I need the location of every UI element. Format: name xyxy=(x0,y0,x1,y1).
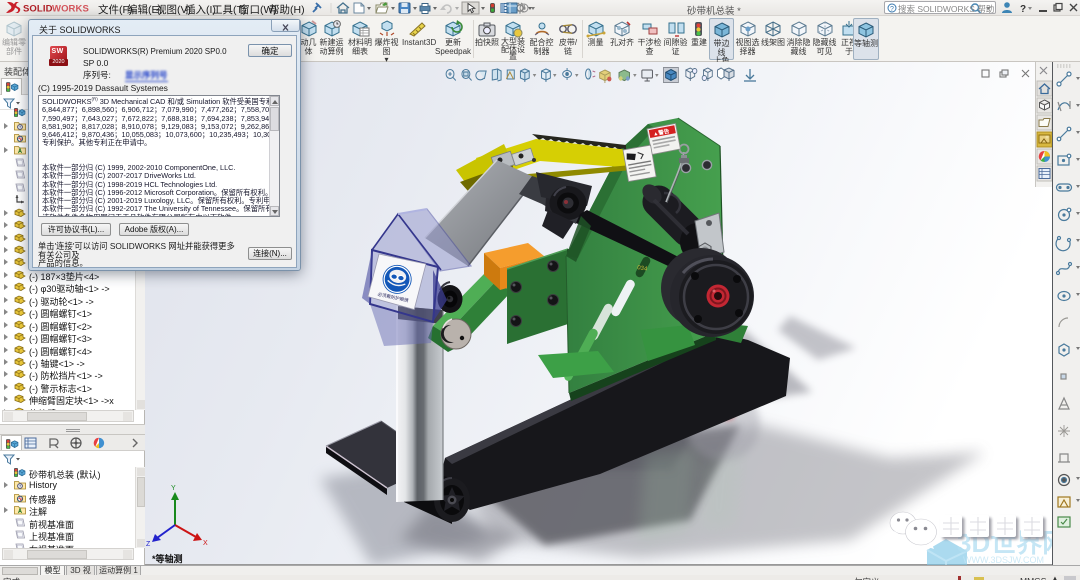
svg-text:Y: Y xyxy=(171,485,176,492)
svg-text:?: ? xyxy=(1020,4,1026,15)
svg-text:SOLID: SOLID xyxy=(23,4,53,15)
svg-text:X: X xyxy=(203,540,208,547)
svg-text:?: ? xyxy=(890,6,894,13)
svg-text:WORKS: WORKS xyxy=(52,4,89,15)
svg-text:WWW.3DSJW.COM: WWW.3DSJW.COM xyxy=(963,555,1044,565)
svg-text:Z: Z xyxy=(146,541,151,548)
